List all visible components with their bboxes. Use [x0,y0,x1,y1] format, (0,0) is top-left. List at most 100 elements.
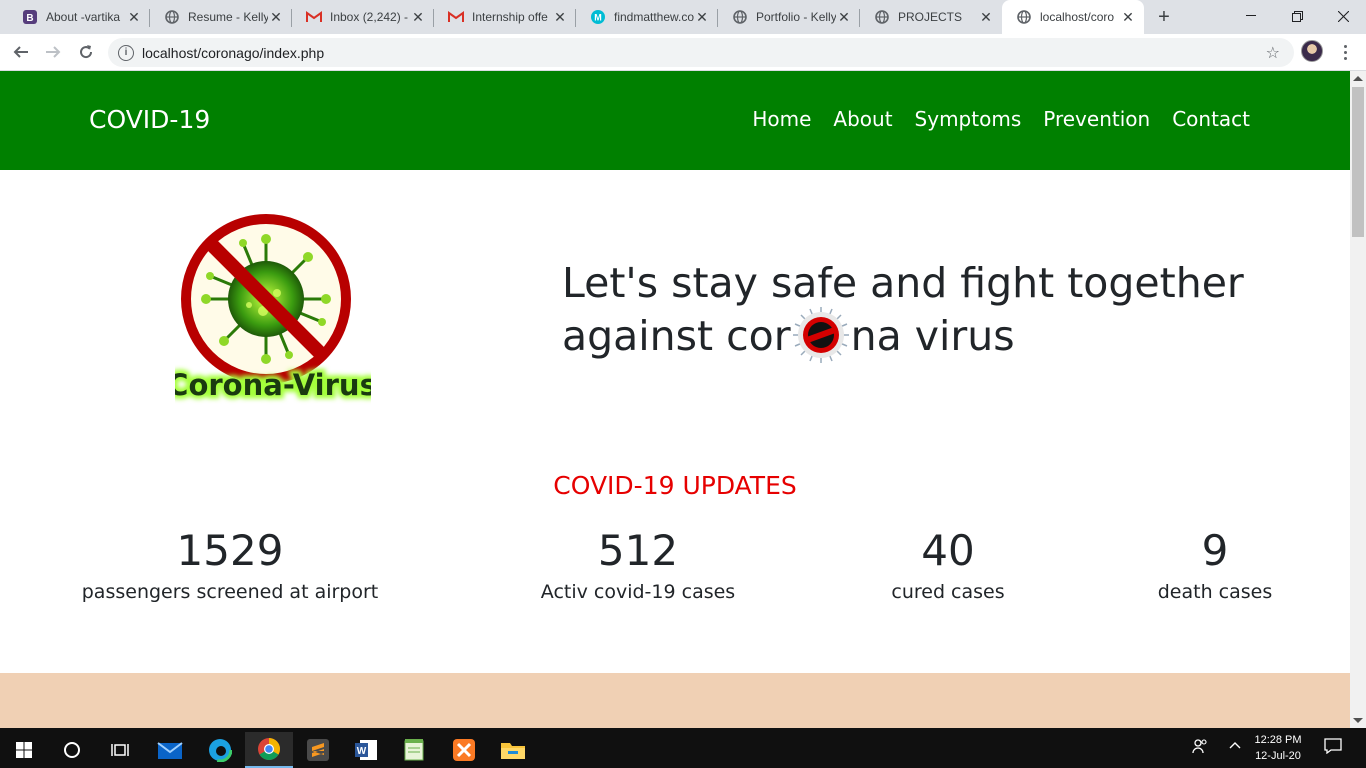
close-tab-icon[interactable]: ✕ [268,9,284,25]
close-tab-icon[interactable]: ✕ [694,9,710,25]
nav-links: Home About Symptoms Prevention Contact [752,107,1250,131]
tab-title: Internship offe [472,10,548,24]
nav-link-about[interactable]: About [833,107,892,131]
svg-text:W: W [357,746,367,757]
nav-link-home[interactable]: Home [752,107,811,131]
stat-value: 9 [1201,526,1229,575]
tab-strip: B About -vartika ✕ Resume - Kelly ✕ Inbo… [0,0,1366,34]
xampp-icon[interactable] [440,732,488,768]
search-icon[interactable] [48,732,96,768]
minimize-button[interactable] [1228,0,1274,32]
close-window-button[interactable] [1320,0,1366,32]
edge-icon[interactable] [196,732,244,768]
globe-icon [732,9,748,25]
bookmark-star-icon[interactable]: ☆ [1266,43,1280,62]
browser-tab[interactable]: PROJECTS ✕ [860,0,1002,34]
url-text: localhost/coronago/index.php [142,44,325,61]
logo-text: Corona-Virus [175,368,371,402]
close-tab-icon[interactable]: ✕ [410,9,426,25]
back-arrow-icon[interactable] [9,40,33,64]
reload-icon[interactable] [74,40,98,64]
clock-date: 12-Jul-20 [1255,750,1301,762]
bootstrap-icon: B [22,9,38,25]
file-explorer-icon[interactable] [489,732,537,768]
stat-cured-cases: 40 cured cases [868,523,1028,605]
task-view-icon[interactable] [96,732,144,768]
stat-label: Activ covid-19 cases [540,581,736,603]
scrollbar-thumb[interactable] [1352,87,1364,237]
forward-arrow-icon[interactable] [41,40,65,64]
svg-text:M: M [594,13,602,23]
svg-text:B: B [26,13,33,24]
word-icon[interactable]: W [342,732,390,768]
globe-icon [164,9,180,25]
stat-value: 40 [921,526,975,575]
browser-tab[interactable]: M findmatthew.co ✕ [576,0,718,34]
windows-taskbar: W 12:28 PM 12-Jul-20 [0,728,1366,768]
close-tab-icon[interactable]: ✕ [836,9,852,25]
gmail-icon [306,9,322,25]
chrome-icon[interactable] [245,732,293,768]
stat-value: 512 [597,526,679,575]
mail-icon[interactable] [146,732,194,768]
virus-icon [791,305,851,365]
updates-title: COVID-19 UPDATES [553,471,797,500]
address-bar[interactable]: i localhost/coronago/index.php ☆ [108,38,1294,67]
clock-time: 12:28 PM [1254,734,1302,746]
browser-tab[interactable]: Portfolio - Kelly ✕ [718,0,860,34]
taskbar-clock[interactable]: 12:28 PM 12-Jul-20 [1250,732,1306,764]
profile-avatar[interactable] [1301,40,1323,62]
browser-tab[interactable]: Resume - Kelly ✕ [150,0,292,34]
corona-virus-logo: Corona-Virus Corona-Virus [164,213,380,408]
page-viewport: COVID-19 Home About Symptoms Prevention … [0,71,1350,728]
tab-title: PROJECTS [898,10,963,24]
close-tab-icon[interactable]: ✕ [978,9,994,25]
info-icon[interactable]: i [118,44,134,61]
hero-heading: Let's stay safe and fight together again… [562,257,1282,365]
nav-link-contact[interactable]: Contact [1172,107,1250,131]
globe-icon [1016,9,1032,25]
stat-value: 1529 [176,526,284,575]
stat-label: death cases [1157,581,1273,603]
findmatthew-icon: M [590,9,606,25]
hero-line-2-end: na virus [850,312,1015,360]
menu-dots-icon[interactable] [1338,40,1352,64]
stat-passengers: 1529 passengers screened at airport [70,523,390,605]
stat-active-cases: 512 Activ covid-19 cases [518,523,758,605]
close-tab-icon[interactable]: ✕ [1120,9,1136,25]
nav-link-symptoms[interactable]: Symptoms [915,107,1022,131]
browser-tab[interactable]: Internship offe ✕ [434,0,576,34]
nav-link-prevention[interactable]: Prevention [1043,107,1150,131]
new-tab-button[interactable]: + [1153,6,1175,28]
gmail-icon [448,9,464,25]
tab-title: Portfolio - Kelly [756,10,836,24]
stat-label: cured cases [891,581,1005,603]
page-scrollbar[interactable] [1350,71,1366,728]
site-navbar: COVID-19 Home About Symptoms Prevention … [0,71,1350,170]
next-section [0,673,1350,728]
hero-line-2-start: against cor [562,312,791,360]
tab-title: Resume - Kelly [188,10,268,24]
tab-title: localhost/coro [1040,10,1115,24]
browser-toolbar: i localhost/coronago/index.php ☆ [0,34,1366,71]
site-brand[interactable]: COVID-19 [89,105,210,134]
notifications-icon[interactable] [1324,738,1342,758]
notepad-icon[interactable] [390,732,438,768]
browser-tab-active[interactable]: localhost/coro ✕ [1002,0,1144,34]
tab-title: About -vartika [46,10,121,24]
tab-title: Inbox (2,242) - [330,10,409,24]
browser-tab[interactable]: B About -vartika ✕ [8,0,150,34]
sublime-text-icon[interactable] [294,732,342,768]
windows-start-icon[interactable] [0,732,48,768]
scroll-down-icon[interactable] [1353,718,1363,723]
scroll-up-icon[interactable] [1353,76,1363,81]
chevron-up-icon[interactable] [1228,738,1242,756]
close-tab-icon[interactable]: ✕ [126,9,142,25]
restore-button[interactable] [1274,0,1320,32]
stat-label: passengers screened at airport [81,581,379,603]
people-icon[interactable] [1192,738,1208,758]
browser-tab[interactable]: Inbox (2,242) - ✕ [292,0,434,34]
stat-death-cases: 9 death cases [1135,523,1295,605]
hero-line-1: Let's stay safe and fight together [562,259,1244,307]
close-tab-icon[interactable]: ✕ [552,9,568,25]
